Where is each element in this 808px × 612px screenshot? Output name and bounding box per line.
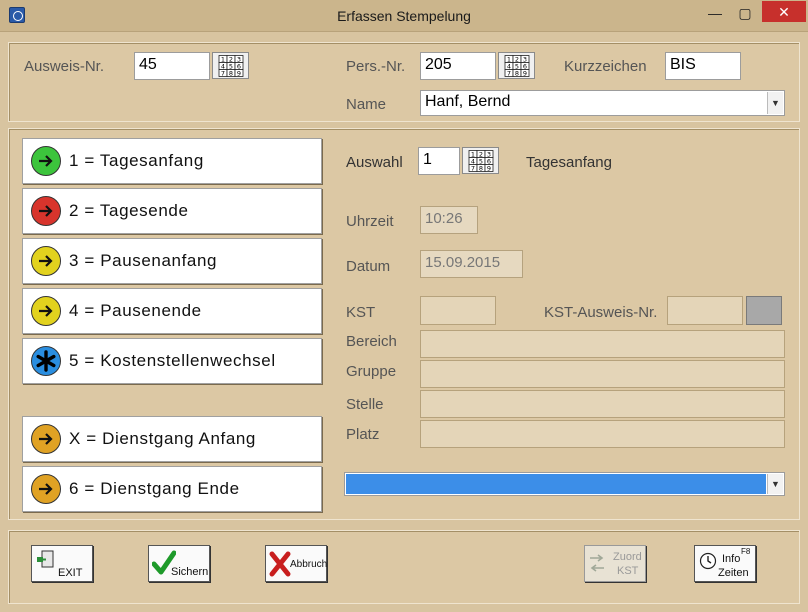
platz-field (420, 420, 785, 448)
arrow-right-icon (31, 424, 61, 454)
zuord-label-1: Zuord (613, 551, 642, 563)
kst-label: KST (346, 304, 376, 321)
tagesende-button[interactable]: 2 = Tagesende (22, 188, 322, 234)
kostenstellenwechsel-button[interactable]: 5 = Kostenstellenwechsel (22, 338, 322, 384)
selection-highlight (346, 474, 766, 494)
name-combobox[interactable]: Hanf, Bernd ▼ (420, 90, 785, 116)
pausenende-label: 4 = Pausenende (69, 301, 202, 320)
auswahl-keypad-button[interactable]: 123456789 (462, 147, 499, 174)
kst-ausweis-label: KST-Ausweis-Nr. (544, 304, 658, 321)
dienstgang-ende-label: 6 = Dienstgang Ende (69, 479, 240, 498)
keypad-icon: 1 2 34 5 67 8 9 (468, 149, 493, 172)
chevron-down-icon[interactable]: ▼ (767, 474, 783, 494)
tagesanfang-label: 1 = Tagesanfang (69, 151, 204, 170)
name-label: Name (346, 96, 387, 113)
pausenanfang-label: 3 = Pausenanfang (69, 251, 218, 270)
cross-icon (269, 551, 291, 577)
gruppe-field (420, 360, 785, 388)
stelle-label: Stelle (346, 396, 384, 413)
svg-text:7: 7 (506, 69, 510, 77)
bereich-field (420, 330, 785, 358)
pers-keypad-button[interactable]: 123456789 (498, 52, 535, 79)
ausweis-input[interactable]: 45 (134, 52, 210, 80)
exit-label: EXIT (58, 567, 83, 579)
dienstgang-ende-button[interactable]: 6 = Dienstgang Ende (22, 466, 322, 512)
footer-panel (8, 530, 800, 604)
arrow-right-icon (31, 296, 61, 326)
svg-text:9: 9 (236, 69, 240, 77)
uhrzeit-field: 10:26 (420, 206, 478, 234)
svg-text:9: 9 (522, 69, 526, 77)
info-label-1: Info (722, 553, 741, 565)
save-button[interactable]: Sichern (148, 545, 210, 582)
tagesende-label: 2 = Tagesende (69, 201, 189, 220)
auswahl-label: Auswahl (346, 154, 403, 171)
arrow-right-icon (31, 196, 61, 226)
datum-field: 15.09.2015 (420, 250, 523, 278)
maximize-button[interactable]: ▢ (730, 2, 760, 24)
kst-ausweis-input[interactable] (667, 296, 743, 325)
arrow-right-icon (31, 246, 61, 276)
exit-door-icon (37, 550, 54, 568)
minimize-button[interactable]: — (700, 2, 730, 24)
svg-text:7: 7 (220, 69, 224, 77)
svg-text:9: 9 (486, 164, 490, 172)
auswahl-input[interactable]: 1 (418, 147, 460, 175)
zuord-label-2: KST (617, 565, 639, 577)
close-button[interactable]: ✕ (762, 1, 806, 22)
info-label-2: Zeiten (718, 567, 749, 579)
clock-icon (699, 552, 717, 570)
assign-icon (590, 554, 604, 572)
pers-input[interactable]: 205 (420, 52, 496, 80)
tagesanfang-button[interactable]: 1 = Tagesanfang (22, 138, 322, 184)
ausweis-keypad-button[interactable]: 123456789 (212, 52, 249, 79)
gruppe-label: Gruppe (346, 363, 397, 380)
arrow-right-icon (31, 474, 61, 504)
stelle-field (420, 390, 785, 418)
kostenstellenwechsel-label: 5 = Kostenstellenwechsel (69, 351, 276, 370)
pers-label: Pers.-Nr. (346, 58, 406, 75)
asterisk-icon (31, 346, 61, 376)
svg-text:8: 8 (514, 69, 518, 77)
keypad-icon: 1 2 34 5 67 8 9 (504, 54, 529, 77)
info-shortcut-badge: F8 (741, 547, 751, 556)
svg-text:8: 8 (478, 164, 482, 172)
cancel-label: Abbruch (290, 559, 328, 570)
cancel-button[interactable]: Abbruch (265, 545, 327, 582)
dienstgang-anfang-label: X = Dienstgang Anfang (69, 429, 256, 448)
kst-input[interactable] (420, 296, 496, 325)
name-value: Hanf, Bernd (425, 93, 511, 110)
exit-button[interactable]: EXIT (31, 545, 93, 582)
info-zeiten-button[interactable]: F8 Info Zeiten (694, 545, 756, 582)
dienstgang-anfang-button[interactable]: X = Dienstgang Anfang (22, 416, 322, 462)
save-label: Sichern (171, 566, 209, 578)
svg-text:7: 7 (470, 164, 474, 172)
selection-combobox[interactable]: ▼ (344, 472, 785, 496)
auswahl-text: Tagesanfang (526, 154, 612, 171)
svg-text:8: 8 (228, 69, 232, 77)
window-title: Erfassen Stempelung (337, 8, 471, 24)
kurzzeichen-input[interactable]: BIS (665, 52, 741, 80)
kst-ausweis-keypad-button[interactable] (746, 296, 782, 325)
ausweis-label: Ausweis-Nr. (24, 58, 105, 75)
chevron-down-icon[interactable]: ▼ (767, 92, 783, 114)
keypad-icon: 1 2 34 5 67 8 9 (218, 54, 243, 77)
datum-label: Datum (346, 258, 391, 275)
bereich-label: Bereich (346, 333, 397, 350)
pausenanfang-button[interactable]: 3 = Pausenanfang (22, 238, 322, 284)
platz-label: Platz (346, 426, 380, 443)
pausenende-button[interactable]: 4 = Pausenende (22, 288, 322, 334)
arrow-right-icon (31, 146, 61, 176)
uhrzeit-label: Uhrzeit (346, 213, 394, 230)
kurzzeichen-label: Kurzzeichen (564, 58, 647, 75)
zuord-kst-button[interactable]: Zuord KST (584, 545, 646, 582)
